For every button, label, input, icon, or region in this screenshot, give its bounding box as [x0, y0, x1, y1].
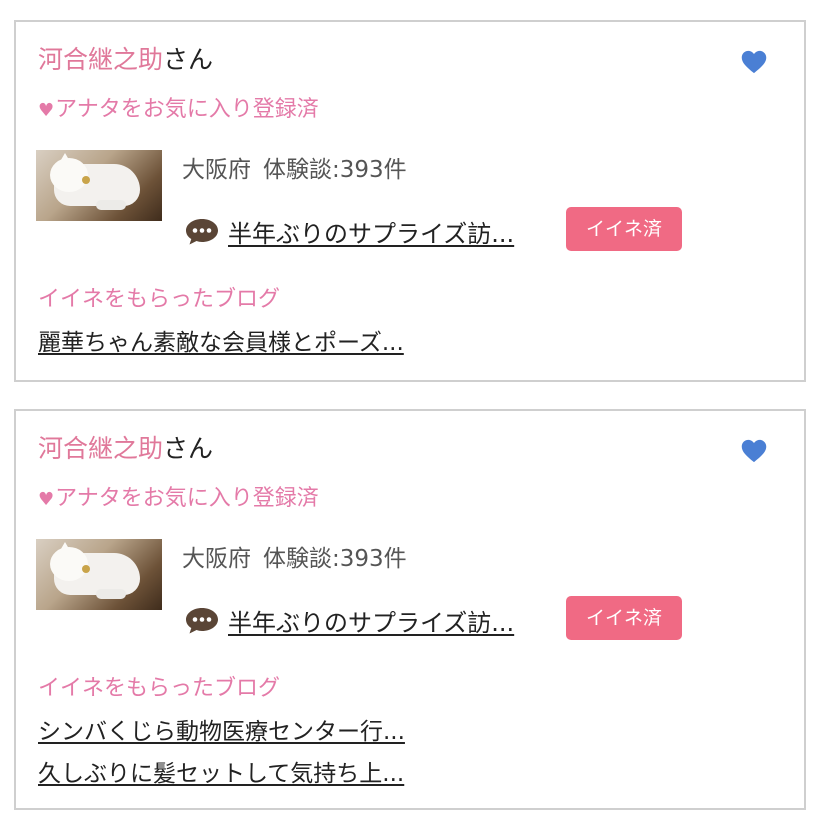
- latest-blog-row: 半年ぶりのサプライズ訪...: [184, 214, 514, 248]
- favorite-status: ♥アナタをお気に入り登録済: [38, 96, 319, 125]
- reviewer-name-row[interactable]: 河合継之助さん: [38, 44, 213, 76]
- name-suffix: さん: [163, 45, 214, 74]
- received-likes-heading: イイネをもらったブログ: [38, 287, 281, 312]
- chat-bubble-icon: [186, 608, 218, 634]
- name-suffix: さん: [163, 434, 214, 463]
- received-blog-link[interactable]: 久しぶりに髪セットして気持ち上...: [38, 759, 404, 789]
- small-heart-icon: ♥: [38, 100, 55, 121]
- location: 大阪府: [182, 157, 251, 183]
- favorite-status-text: アナタをお気に入り登録済: [55, 486, 319, 511]
- favorite-status: ♥アナタをお気に入り登録済: [38, 485, 319, 514]
- reviewer-meta: 大阪府 体験談:393件: [182, 156, 407, 184]
- iine-button[interactable]: イイネ済: [566, 596, 682, 640]
- iine-button[interactable]: イイネ済: [566, 207, 682, 251]
- reviewer-card: 河合継之助さん ♥アナタをお気に入り登録済 大阪府 体験談:393件 半年ぶりのサ…: [14, 409, 806, 810]
- received-blog-link[interactable]: 麗華ちゃん素敵な会員様とポーズ...: [38, 328, 404, 358]
- experience-count: 体験談:393件: [263, 157, 407, 183]
- latest-blog-link[interactable]: 半年ぶりのサプライズ訪...: [228, 603, 514, 638]
- location: 大阪府: [182, 546, 251, 572]
- reviewer-card: 河合継之助さん ♥アナタをお気に入り登録済 大阪府 体験談:393件 半年ぶりのサ…: [14, 20, 806, 382]
- chat-bubble-icon: [186, 219, 218, 245]
- reviewer-thumbnail[interactable]: [36, 539, 162, 610]
- reviewer-name-row[interactable]: 河合継之助さん: [38, 433, 213, 465]
- received-blog-link[interactable]: シンバくじら動物医療センター行...: [38, 717, 405, 747]
- reviewer-meta: 大阪府 体験談:393件: [182, 545, 407, 573]
- heart-icon[interactable]: [740, 48, 768, 76]
- reviewer-name[interactable]: 河合継之助: [38, 434, 163, 463]
- heart-icon[interactable]: [740, 437, 768, 465]
- favorite-status-text: アナタをお気に入り登録済: [55, 97, 319, 122]
- latest-blog-link[interactable]: 半年ぶりのサプライズ訪...: [228, 214, 514, 249]
- reviewer-name[interactable]: 河合継之助: [38, 45, 163, 74]
- reviewer-thumbnail[interactable]: [36, 150, 162, 221]
- experience-count: 体験談:393件: [263, 546, 407, 572]
- received-likes-heading: イイネをもらったブログ: [38, 676, 281, 701]
- small-heart-icon: ♥: [38, 489, 55, 510]
- latest-blog-row: 半年ぶりのサプライズ訪...: [184, 603, 514, 637]
